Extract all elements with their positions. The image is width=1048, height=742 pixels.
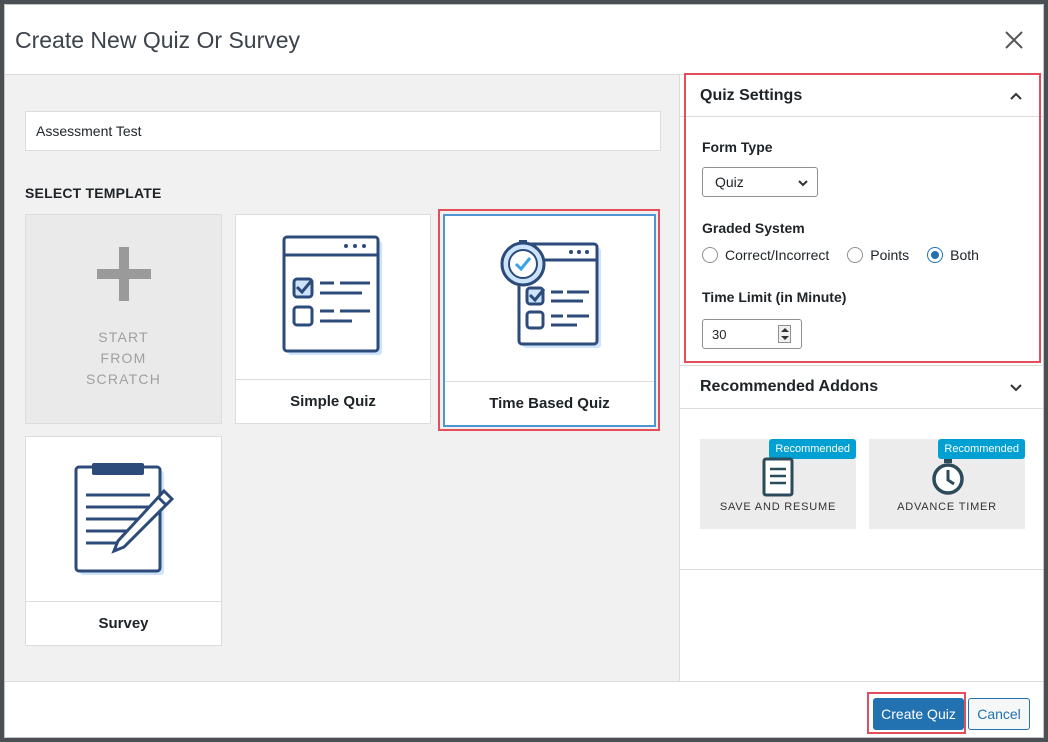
quiz-form-icon — [282, 235, 382, 355]
radio-label: Points — [870, 247, 910, 263]
clipboard-pen-icon — [74, 463, 175, 575]
settings-pane: Quiz Settings Form Type Quiz Graded Syst… — [680, 75, 1043, 681]
radio-points[interactable]: Points — [847, 247, 909, 263]
modal-footer: Create Quiz Cancel — [5, 681, 1043, 737]
template-simple-quiz[interactable]: Simple Quiz — [235, 214, 431, 424]
quiz-name-input[interactable] — [25, 111, 661, 151]
time-limit-input[interactable]: 30 — [702, 319, 802, 349]
document-icon — [762, 457, 794, 497]
close-icon[interactable] — [1003, 29, 1025, 51]
timed-quiz-icon — [500, 240, 601, 348]
addon-save-and-resume[interactable]: Recommended SAVE AND RESUME — [700, 439, 856, 529]
template-label: Survey — [26, 601, 221, 645]
form-type-label: Form Type — [702, 139, 773, 155]
addon-label: SAVE AND RESUME — [719, 501, 837, 513]
template-start-from-scratch[interactable]: START FROM SCRATCH — [25, 214, 222, 424]
select-template-heading: SELECT TEMPLATE — [25, 185, 162, 201]
recommended-addons-title: Recommended Addons — [700, 378, 879, 395]
radio-label: Correct/Incorrect — [725, 247, 830, 263]
recommended-badge: Recommended — [938, 439, 1025, 459]
chevron-down-icon — [1010, 384, 1022, 392]
modal-title: Create New Quiz Or Survey — [15, 27, 301, 53]
divider — [680, 569, 1043, 570]
spinner-up-icon[interactable] — [781, 328, 789, 332]
recommended-addons-header[interactable]: Recommended Addons — [680, 365, 1043, 409]
radio-label: Both — [950, 247, 979, 263]
radio-both[interactable]: Both — [927, 247, 979, 263]
radio-circle[interactable] — [702, 247, 718, 263]
template-label: Simple Quiz — [236, 379, 430, 423]
cancel-button[interactable]: Cancel — [968, 698, 1030, 730]
template-label: Time Based Quiz — [445, 381, 654, 425]
time-limit-value: 30 — [712, 326, 727, 342]
modal-header: Create New Quiz Or Survey — [5, 5, 1043, 75]
recommended-badge: Recommended — [769, 439, 856, 459]
quiz-settings-title: Quiz Settings — [700, 86, 803, 104]
chevron-down-icon — [798, 180, 808, 187]
graded-system-label: Graded System — [702, 220, 805, 236]
time-limit-label: Time Limit (in Minute) — [702, 289, 847, 305]
spinner-down-icon[interactable] — [781, 336, 789, 340]
radio-correct-incorrect[interactable]: Correct/Incorrect — [702, 247, 829, 263]
number-spinner[interactable] — [778, 325, 791, 343]
template-survey[interactable]: Survey — [25, 436, 222, 646]
create-quiz-modal: Create New Quiz Or Survey SELECT TEMPLAT… — [4, 4, 1044, 738]
create-quiz-button[interactable]: Create Quiz — [873, 698, 964, 730]
template-time-based-quiz[interactable]: Time Based Quiz — [443, 214, 656, 427]
radio-circle[interactable] — [847, 247, 864, 263]
radio-circle-checked[interactable] — [927, 247, 944, 263]
addon-advance-timer[interactable]: Recommended ADVANCE TIMER — [869, 439, 1025, 529]
form-type-select[interactable]: Quiz — [702, 167, 818, 197]
addon-label: ADVANCE TIMER — [897, 501, 997, 513]
quiz-settings-header[interactable]: Quiz Settings — [680, 75, 1043, 117]
clock-icon — [932, 459, 964, 495]
template-pane: SELECT TEMPLATE START FROM SCRATCH — [5, 75, 680, 681]
form-type-value: Quiz — [715, 174, 744, 190]
scratch-label: START FROM SCRATCH — [85, 329, 162, 387]
graded-system-radio-group: Correct/Incorrect Points Both — [702, 247, 997, 263]
chevron-up-icon — [1010, 92, 1022, 100]
